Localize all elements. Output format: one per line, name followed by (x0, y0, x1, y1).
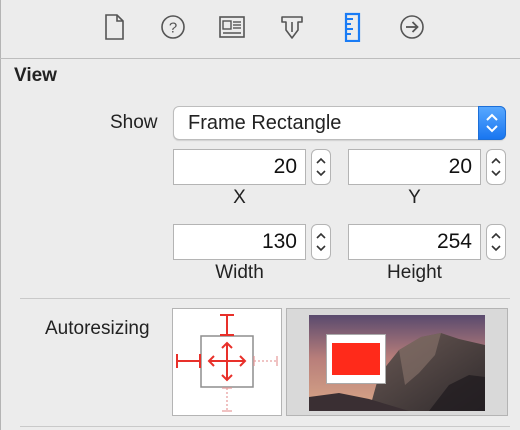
identity-icon[interactable] (218, 12, 246, 42)
left-border (0, 0, 1, 430)
select-arrows-icon (478, 106, 506, 140)
autoresizing-mask-control[interactable] (172, 308, 282, 416)
width-stepper[interactable] (311, 224, 331, 260)
toolbar-divider (0, 58, 520, 59)
bottom-divider (20, 426, 510, 427)
y-stepper[interactable] (486, 149, 506, 185)
section-divider (20, 298, 510, 299)
preview-wallpaper-image (309, 315, 485, 411)
y-field[interactable]: 20 (348, 149, 481, 185)
width-label: Width (215, 262, 264, 283)
section-title: View (14, 65, 57, 86)
height-stepper[interactable] (486, 224, 506, 260)
inspector-toolbar: ? (1, 0, 520, 58)
left-strut[interactable] (176, 354, 201, 368)
bottom-strut[interactable] (222, 387, 232, 412)
preview-superview-frame (326, 334, 386, 384)
right-strut[interactable] (253, 356, 278, 366)
height-field[interactable]: 254 (348, 224, 481, 260)
help-icon[interactable]: ? (159, 12, 187, 42)
width-field[interactable]: 130 (173, 224, 306, 260)
file-icon[interactable] (100, 12, 128, 42)
attributes-icon[interactable] (278, 12, 306, 42)
svg-text:?: ? (169, 20, 177, 37)
x-stepper[interactable] (311, 149, 331, 185)
show-label: Show (110, 112, 158, 133)
autoresizing-preview (286, 308, 508, 416)
autoresizing-label: Autoresizing (45, 318, 150, 339)
size-ruler-icon[interactable] (339, 12, 367, 42)
connections-arrow-icon[interactable] (398, 12, 426, 42)
y-label: Y (408, 187, 421, 208)
show-select[interactable]: Frame Rectangle (173, 106, 506, 140)
x-label: X (233, 187, 246, 208)
x-field[interactable]: 20 (173, 149, 306, 185)
preview-view-rect (332, 343, 380, 375)
show-select-value: Frame Rectangle (188, 112, 342, 134)
top-strut[interactable] (220, 314, 234, 336)
height-label: Height (387, 262, 442, 283)
